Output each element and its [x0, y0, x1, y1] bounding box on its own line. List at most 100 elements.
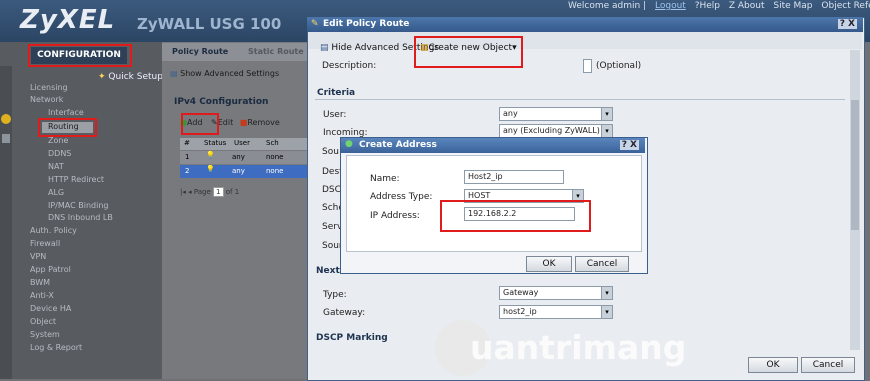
nav-zone[interactable]: Zone	[48, 136, 68, 145]
logout-link[interactable]: Logout	[655, 1, 686, 11]
page-number-input[interactable]: 1	[213, 187, 224, 197]
chevron-down-icon[interactable]: ▾	[601, 286, 613, 300]
ipv4-configuration-title: IPv4 Configuration	[174, 97, 269, 107]
quick-setup-link[interactable]: ✦ Quick Setup	[98, 72, 163, 82]
nav-auth-policy[interactable]: Auth. Policy	[30, 226, 77, 235]
divider	[315, 99, 845, 100]
settings-icon: ▤	[320, 43, 329, 53]
dscp-marking-heading: DSCP Marking	[316, 333, 388, 343]
row-schedule: none	[266, 167, 284, 175]
ip-address-label: IP Address:	[370, 211, 420, 221]
address-type-label: Address Type:	[370, 192, 433, 202]
nav-ddns[interactable]: DDNS	[48, 149, 71, 158]
sitemap-link[interactable]: Site Map	[773, 1, 812, 11]
product-name: ZyWALL USG 100	[137, 15, 282, 33]
tab-policy-route[interactable]: Policy Route	[172, 47, 228, 56]
nav-vpn[interactable]: VPN	[30, 252, 46, 261]
gateway-label: Gateway:	[323, 308, 366, 318]
nav-alg[interactable]: ALG	[48, 188, 64, 197]
description-input[interactable]	[583, 59, 592, 73]
highlight-box-ip-address	[440, 200, 591, 232]
highlight-box-routing	[38, 118, 97, 137]
scrollbar-thumb[interactable]	[851, 100, 859, 230]
help-close-buttons[interactable]: ? X	[837, 19, 857, 29]
row-num: 1	[185, 153, 190, 161]
user-label: User:	[323, 110, 347, 120]
show-advanced-settings[interactable]: ▤ Show Advanced Settings	[170, 69, 279, 78]
col-status[interactable]: Status	[204, 139, 226, 147]
table-row[interactable]: 2 💡 any none	[180, 165, 307, 178]
nav-icon-strip	[0, 66, 12, 379]
col-num[interactable]: #	[184, 139, 190, 147]
row-user: any	[232, 153, 245, 161]
nav-firewall[interactable]: Firewall	[30, 239, 60, 248]
edit-window-title-bar[interactable]: ✎ Edit Policy Route ? X	[307, 17, 863, 32]
row-schedule: none	[266, 153, 284, 161]
type-label: Type:	[323, 290, 347, 300]
remove-label: Remove	[247, 118, 280, 127]
tab-static-route[interactable]: Static Route	[248, 47, 304, 56]
type-select[interactable]: Gateway	[499, 286, 604, 300]
edit-window-title: Edit Policy Route	[323, 19, 410, 29]
nav-anti-x[interactable]: Anti-X	[30, 291, 54, 300]
add-icon: ●	[345, 139, 353, 149]
row-num: 2	[185, 167, 190, 175]
pager-total: of 1	[225, 188, 240, 196]
welcome-text: Welcome admin |	[568, 1, 647, 11]
create-address-title: Create Address	[359, 140, 437, 150]
nav-device-ha[interactable]: Device HA	[30, 304, 71, 313]
chevron-down-icon[interactable]: ▾	[601, 124, 613, 138]
name-input[interactable]: Host2_ip	[464, 170, 564, 184]
nav-log-report[interactable]: Log & Report	[30, 343, 82, 352]
pager-page-label: Page	[193, 188, 211, 196]
edit-label: Edit	[217, 118, 234, 127]
brand-logo: ZyXEL	[20, 5, 116, 35]
status-bulb-icon: 💡	[206, 165, 215, 173]
chevron-down-icon[interactable]: ▾	[601, 107, 613, 121]
nav-bwm[interactable]: BWM	[30, 278, 50, 287]
gateway-select[interactable]: host2_ip	[499, 305, 604, 319]
create-address-title-bar[interactable]: ● Create Address ? X	[341, 138, 645, 153]
nav-app-patrol[interactable]: App Patrol	[30, 265, 71, 274]
highlight-box-create-object	[414, 36, 523, 68]
ok-button[interactable]: OK	[526, 256, 572, 272]
ok-button[interactable]: OK	[748, 357, 798, 373]
col-schedule[interactable]: Sch	[266, 139, 279, 147]
edit-scrollbar[interactable]	[850, 50, 860, 350]
col-user[interactable]: User	[234, 139, 250, 147]
edit-window-icon: ✎	[311, 19, 319, 29]
source-label-partial: Sou	[322, 147, 339, 157]
quick-setup-label: Quick Setup	[108, 72, 163, 82]
criteria-heading: Criteria	[317, 88, 356, 98]
nav-network[interactable]: Network	[30, 95, 63, 104]
maintenance-icon[interactable]	[2, 134, 10, 143]
optional-hint: (Optional)	[596, 61, 642, 71]
table-row[interactable]: 1 💡 any none	[180, 151, 307, 164]
pager: |◂ ◂ Page 1 of 1	[180, 187, 240, 197]
help-close-buttons[interactable]: ? X	[619, 140, 639, 150]
nav-nat[interactable]: NAT	[48, 162, 64, 171]
nav-dns-inbound-lb[interactable]: DNS Inbound LB	[48, 213, 113, 222]
user-select[interactable]: any	[499, 107, 604, 121]
nav-http-redirect[interactable]: HTTP Redirect	[48, 175, 104, 184]
description-label: Description:	[322, 61, 377, 71]
help-link[interactable]: ?Help	[695, 1, 720, 11]
nav-interface[interactable]: Interface	[48, 108, 84, 117]
cancel-button[interactable]: Cancel	[575, 256, 629, 272]
quick-setup-icon: ✦	[98, 72, 106, 82]
cancel-button[interactable]: Cancel	[801, 357, 855, 373]
left-navigation	[0, 42, 162, 379]
settings-icon: ▤	[170, 69, 178, 78]
nav-object[interactable]: Object	[30, 317, 56, 326]
config-icon[interactable]	[1, 114, 11, 124]
nav-licensing[interactable]: Licensing	[30, 83, 68, 92]
nav-ipmac-binding[interactable]: IP/MAC Binding	[48, 201, 108, 210]
object-ref-link[interactable]: Object Refer	[821, 1, 870, 11]
highlight-box-configuration	[28, 44, 132, 67]
about-link[interactable]: Z About	[729, 1, 765, 11]
nav-system[interactable]: System	[30, 330, 60, 339]
chevron-down-icon[interactable]: ▾	[601, 305, 613, 319]
remove-button[interactable]: ■Remove	[240, 118, 280, 127]
first-page-icon[interactable]: |◂ ◂	[180, 188, 192, 196]
incoming-select[interactable]: any (Excluding ZyWALL)	[499, 124, 604, 138]
